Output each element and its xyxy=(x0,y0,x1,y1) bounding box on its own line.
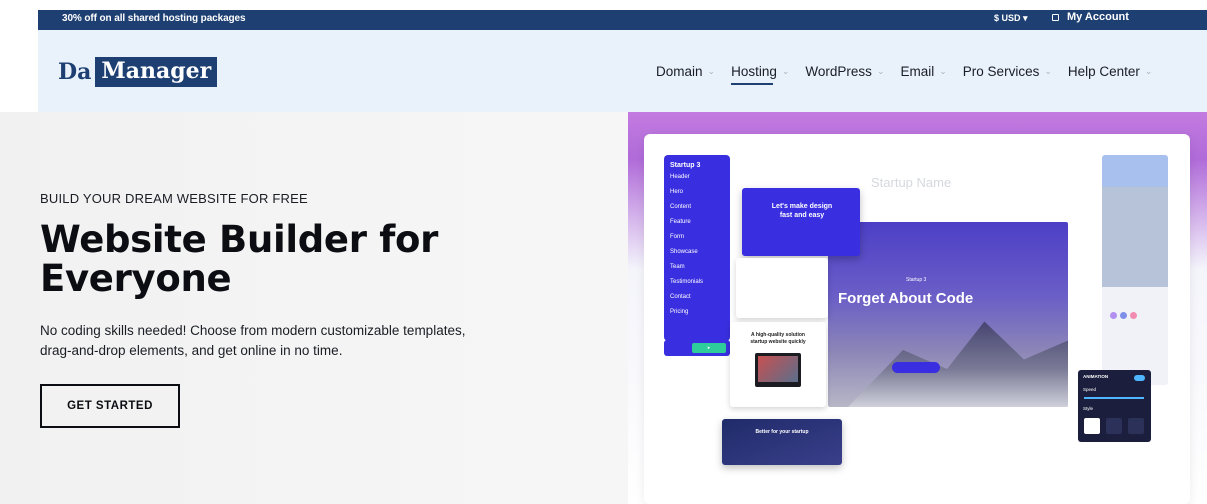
nav-item-hosting[interactable]: Hosting ⌄ xyxy=(731,64,790,85)
preview-publish-badge: ▸ xyxy=(692,343,726,353)
chevron-down-icon: ⌄ xyxy=(876,66,885,76)
laptop-image xyxy=(755,353,801,387)
nav-label: Domain xyxy=(656,64,703,79)
speed-slider xyxy=(1084,397,1144,399)
preview-card-bottom-text: Better for your startup xyxy=(755,429,809,435)
preview-settings-body xyxy=(1102,187,1168,287)
preview-sidebar-item: Hero xyxy=(670,189,684,195)
preview-sidebar-item: Pricing xyxy=(670,309,689,315)
preview-card-white xyxy=(736,258,828,318)
nav-item-wordpress[interactable]: WordPress ⌄ xyxy=(805,64,884,79)
style-option xyxy=(1106,418,1122,434)
preview-settings-header xyxy=(1102,155,1168,187)
nav-item-pro-services[interactable]: Pro Services ⌄ xyxy=(963,64,1052,79)
preview-sidebar-item: Form xyxy=(670,234,684,240)
preview-hero-card: Startup 3 Forget About Code xyxy=(828,222,1068,407)
nav-label: Hosting xyxy=(731,64,777,79)
nav-item-email[interactable]: Email ⌄ xyxy=(900,64,946,79)
chevron-down-icon: ⌄ xyxy=(939,66,947,76)
get-started-button[interactable]: GET STARTED xyxy=(40,384,180,428)
preview-card-dark-text: Let's make design fast and easy xyxy=(771,203,833,219)
preview-sidebar-item: Content xyxy=(670,204,692,210)
preview-hero-subtitle: Startup 3 xyxy=(906,277,927,283)
preview-sidebar-item: Testimonials xyxy=(670,279,704,285)
logo-part-2: Manager xyxy=(95,57,218,87)
preview-hero-title: Forget About Code xyxy=(838,290,974,307)
account-icon xyxy=(1052,13,1059,21)
subtext-line-2: drag-and-drop elements, and get online i… xyxy=(40,343,343,358)
style-option xyxy=(1084,418,1100,434)
color-swatch xyxy=(1110,312,1117,319)
nav-item-help-center[interactable]: Help Center ⌄ xyxy=(1068,64,1153,79)
preview-settings-panel xyxy=(1102,155,1168,385)
headline-line-1: Website Builder for xyxy=(40,218,439,261)
promo-text[interactable]: 30% off on all shared hosting packages xyxy=(62,13,246,24)
chevron-down-icon: ⌄ xyxy=(1144,66,1153,76)
logo-part-1: Da xyxy=(58,59,92,85)
preview-sidebar-item: Showcase xyxy=(670,249,698,255)
speed-label: Speed xyxy=(1083,387,1097,392)
main-nav: Domain ⌄ Hosting ⌄ WordPress ⌄ Email ⌄ Pro S… xyxy=(656,64,1153,85)
preview-color-swatches xyxy=(1110,312,1137,319)
nav-item-domain[interactable]: Domain ⌄ xyxy=(656,64,715,79)
headline-line-2: Everyone xyxy=(40,257,232,300)
account-label: My Account xyxy=(1067,11,1129,23)
style-label: Style xyxy=(1083,406,1094,411)
mountain-graphic xyxy=(848,321,1068,407)
chevron-down-icon: ⌄ xyxy=(707,66,716,76)
preview-animation-panel: ANIMATION Speed Style xyxy=(1078,370,1151,442)
color-swatch xyxy=(1130,312,1137,319)
subtext-line-1: No coding skills needed! Choose from mod… xyxy=(40,323,466,338)
hero-eyebrow: BUILD YOUR DREAM WEBSITE FOR FREE xyxy=(40,191,308,206)
preview-card-laptop-text: A high-quality solution startup website … xyxy=(750,332,806,345)
chevron-down-icon: ⌄ xyxy=(1044,66,1052,76)
preview-sidebar-item: Team xyxy=(670,264,685,270)
currency-label: $ USD xyxy=(994,13,1021,23)
preview-hero-button xyxy=(892,362,940,373)
nav-label: Pro Services xyxy=(962,64,1040,79)
preview-sidebar-footer: ▸ xyxy=(664,340,730,356)
toggle-icon xyxy=(1134,375,1145,381)
laptop-screen xyxy=(758,356,798,382)
nav-label: Help Center xyxy=(1067,64,1140,79)
currency-selector[interactable]: $ USD ▾ xyxy=(994,13,1028,24)
hero-subtext: No coding skills needed! Choose from mod… xyxy=(40,321,540,361)
hero-headline: Website Builder for Everyone xyxy=(40,220,438,298)
style-option xyxy=(1128,418,1144,434)
preview-card-dark: Let's make design fast and easy xyxy=(742,188,860,256)
nav-label: WordPress xyxy=(805,64,872,79)
preview-startup-name: Startup Name xyxy=(871,175,952,190)
preview-card-bottom: Better for your startup xyxy=(722,419,842,465)
preview-sidebar-title: Startup 3 xyxy=(670,162,701,169)
my-account-link[interactable]: My Account xyxy=(1052,11,1129,23)
chevron-down-icon: ⌄ xyxy=(781,66,790,76)
preview-sidebar-item: Feature xyxy=(670,219,691,225)
color-swatch xyxy=(1120,312,1127,319)
preview-sidebar-item: Contact xyxy=(670,294,691,300)
logo[interactable]: Da Manager xyxy=(58,57,218,87)
nav-label: Email xyxy=(900,64,935,79)
preview-sidebar: Startup 3 Header Hero Content Feature Fo… xyxy=(664,155,730,341)
preview-sidebar-item: Header xyxy=(670,174,690,180)
